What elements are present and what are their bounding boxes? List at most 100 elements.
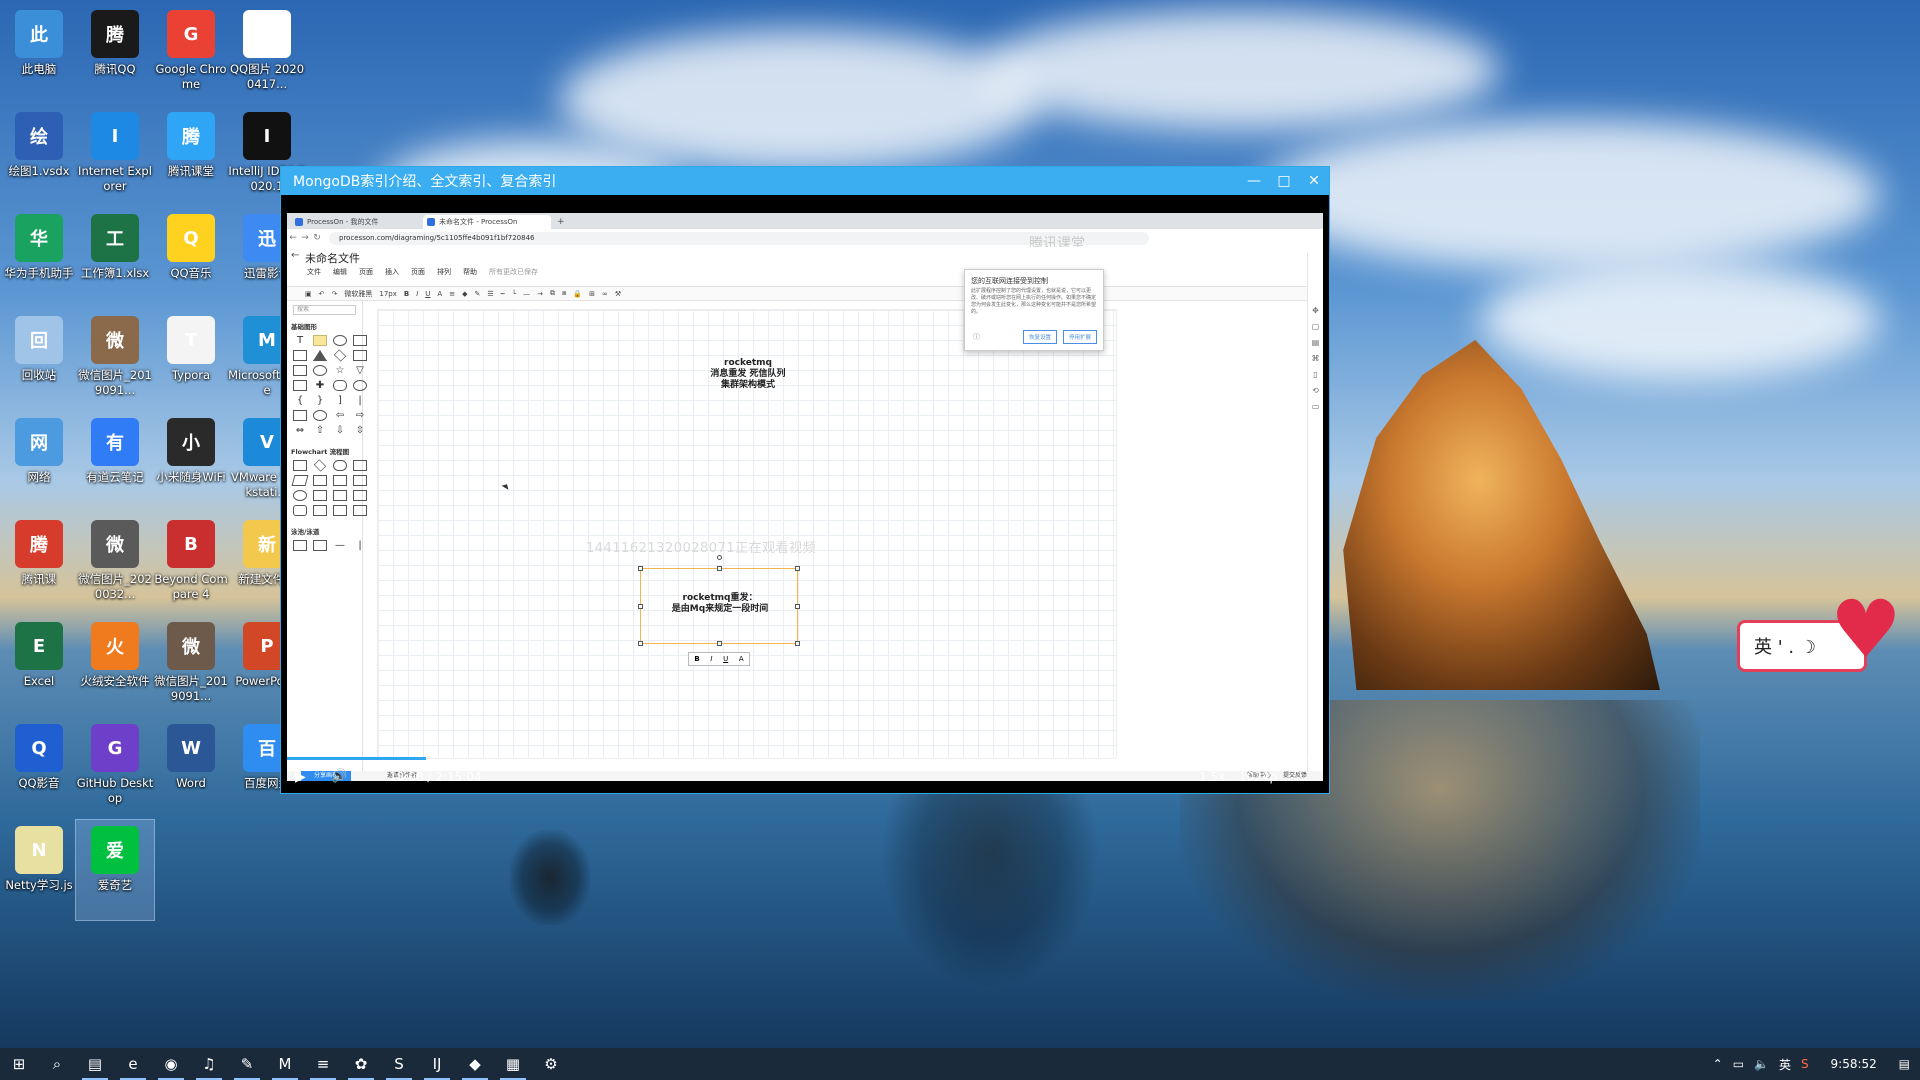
inline-italic-button[interactable]: I — [710, 655, 712, 663]
internal-storage-shape-icon[interactable] — [333, 475, 347, 486]
playback-speed[interactable]: 1.5x — [1199, 770, 1225, 784]
bracket-shape-icon[interactable]: ] — [333, 395, 347, 406]
trapezoid-shape-icon[interactable] — [293, 380, 307, 391]
video-player-window[interactable]: MongoDB索引介绍、全文索引、复合索引 — □ ✕ ProcessOn - … — [280, 166, 1330, 794]
desktop-icon[interactable]: Q QQ影音 — [0, 718, 78, 818]
browser-tab-active[interactable]: 未命名文件 - ProcessOn — [423, 215, 551, 229]
desktop-icon[interactable]: 有有道云笔记 — [76, 412, 154, 512]
dock-icons[interactable]: ✥ ▢ ▤ ⌘ ▯ ⟲ ▭ — [1308, 303, 1323, 415]
font-color-icon[interactable]: A — [437, 290, 442, 298]
text-shape-icon[interactable]: T — [293, 335, 307, 346]
triangle-shape-icon[interactable] — [313, 350, 327, 361]
rotate-handle[interactable] — [717, 555, 722, 560]
menu-arrange[interactable]: 排列 — [437, 267, 451, 277]
input-language[interactable]: 英 — [1779, 1056, 1791, 1073]
video-progress-bar[interactable] — [287, 757, 1323, 760]
selected-text-box[interactable]: rocketmq重发： 是由Mq来规定一段时间 — [638, 555, 800, 646]
desktop-icon[interactable]: B Beyond Compare 4 — [152, 514, 230, 614]
desktop-icon[interactable]: 华华为手机助手 — [0, 208, 78, 308]
section-flowchart[interactable]: Flowchart 流程图 — [287, 446, 362, 456]
show-hidden-icons-icon[interactable]: ⌃ — [1713, 1057, 1723, 1071]
settings-icon[interactable]: ⚙ — [532, 1048, 570, 1080]
tools-icon[interactable]: ⚒ — [615, 290, 621, 298]
video-frame[interactable]: ProcessOn - 我的文件 未命名文件 - ProcessOn + ← →… — [287, 213, 1323, 781]
bold-icon[interactable]: B — [404, 290, 409, 298]
app-red-icon[interactable]: ✿ — [342, 1048, 380, 1080]
desktop-icon[interactable]: G GitHub Desktop — [76, 718, 154, 818]
back-icon[interactable]: ← — [287, 233, 299, 243]
desktop-icon[interactable]: Q QQ图片 20200417... — [228, 4, 306, 104]
data-shape-icon[interactable] — [291, 475, 309, 486]
octagon-shape-icon[interactable] — [313, 365, 327, 376]
action-center-icon[interactable]: ▤ — [1899, 1057, 1910, 1071]
cross-shape-icon[interactable]: ✚ — [313, 380, 327, 391]
desktop-icon[interactable]: 小小米随身WiFi — [152, 412, 230, 512]
h-separator-shape-icon[interactable]: — — [333, 540, 347, 551]
volume-icon[interactable]: 🔈 — [1754, 1057, 1769, 1071]
desktop-icon[interactable]: 腾腾讯课 — [0, 514, 78, 614]
desktop-icon[interactable]: 腾腾讯QQ — [76, 4, 154, 104]
process-shape-icon[interactable] — [293, 460, 307, 471]
desktop-icon[interactable]: 微微信图片_2019091... — [152, 616, 230, 716]
resize-handle[interactable] — [795, 604, 800, 609]
reload-icon[interactable]: ↻ — [311, 233, 323, 243]
close-button[interactable]: ✕ — [1299, 167, 1329, 195]
underline-icon[interactable]: U — [425, 290, 430, 298]
left-arrow-shape-icon[interactable]: ⇦ — [333, 410, 347, 421]
down-arrow-shape-icon[interactable]: ⇩ — [333, 425, 347, 436]
card-shape-icon[interactable] — [313, 490, 327, 501]
rect-shape-icon[interactable] — [353, 335, 367, 346]
minimize-button[interactable]: — — [1239, 167, 1269, 195]
browser-tab[interactable]: ProcessOn - 我的文件 — [291, 215, 419, 229]
tencent-class-icon[interactable]: ◆ — [456, 1048, 494, 1080]
menu-edit[interactable]: 编辑 — [333, 267, 347, 277]
notes-icon[interactable]: ▦ — [494, 1048, 532, 1080]
link-icon[interactable]: ∞ — [602, 290, 608, 298]
terminator-shape-icon[interactable] — [333, 460, 347, 471]
desktop-icon[interactable]: 爱爱奇艺 — [75, 819, 155, 921]
brace-left-shape-icon[interactable]: { — [293, 395, 307, 406]
lane-shape-icon[interactable] — [313, 540, 327, 551]
shape-search-input[interactable]: 搜索 — [293, 305, 356, 315]
fill-color-icon[interactable]: ◆ — [462, 290, 467, 298]
line-width-icon[interactable]: ☰ — [487, 290, 493, 298]
desktop-icon[interactable]: I Internet Explorer — [76, 106, 154, 206]
desktop-icon[interactable]: 绘绘图1.vsdx — [0, 106, 78, 206]
prep-shape-icon[interactable] — [313, 505, 327, 516]
format-painter-icon[interactable]: ▣ — [305, 290, 312, 298]
canvas-text-rocketmq[interactable]: rocketmq 消息重发 死信队列 集群架构模式 — [688, 358, 808, 391]
menu-page-2[interactable]: 页面 — [411, 267, 425, 277]
play-icon[interactable]: ▶ — [295, 769, 306, 785]
back-arrow-icon[interactable]: ← — [291, 250, 299, 261]
resize-handle[interactable] — [717, 641, 722, 646]
menu-page[interactable]: 页面 — [359, 267, 373, 277]
maximize-button[interactable]: □ — [1269, 167, 1299, 195]
url-field[interactable]: processon.com/diagraming/5c1105ffe4b091f… — [329, 231, 1149, 245]
menu-help[interactable]: 帮助 — [463, 267, 477, 277]
inline-color-button[interactable]: A — [739, 655, 744, 663]
resize-handle[interactable] — [638, 566, 643, 571]
offpage-shape-icon[interactable] — [353, 505, 367, 516]
redo-icon[interactable]: ↷ — [332, 290, 338, 298]
italic-icon[interactable]: I — [416, 290, 418, 298]
section-swimlane[interactable]: 泳池/泳道 — [287, 526, 362, 536]
callout-shape-icon[interactable] — [293, 410, 307, 421]
section-basic-shapes[interactable]: 基础图形 — [287, 321, 362, 331]
line-color-icon[interactable]: ✎ — [474, 290, 480, 298]
menu-file[interactable]: 文件 — [307, 267, 321, 277]
menu-insert[interactable]: 插入 — [385, 267, 399, 277]
line-style-2-icon[interactable]: — — [523, 290, 530, 298]
desktop-icon[interactable]: 腾腾讯课堂 — [152, 106, 230, 206]
inverted-triangle-shape-icon[interactable]: ▽ — [353, 365, 367, 376]
netease-music-icon[interactable]: ♫ — [190, 1048, 228, 1080]
desktop-icon[interactable]: Q QQ音乐 — [152, 208, 230, 308]
front-icon[interactable]: ⧉ — [550, 289, 555, 298]
desktop-icon[interactable]: 网网络 — [0, 412, 78, 512]
pentagon-shape-icon[interactable] — [353, 350, 367, 361]
desktop-icon[interactable]: E Excel — [0, 616, 78, 716]
resize-handle[interactable] — [717, 566, 722, 571]
align-icon[interactable]: ≡ — [449, 290, 455, 298]
drop-shape-icon[interactable] — [313, 410, 327, 421]
inline-bold-button[interactable]: B — [694, 655, 699, 663]
disable-extension-button[interactable]: 停用扩展 — [1062, 330, 1097, 344]
